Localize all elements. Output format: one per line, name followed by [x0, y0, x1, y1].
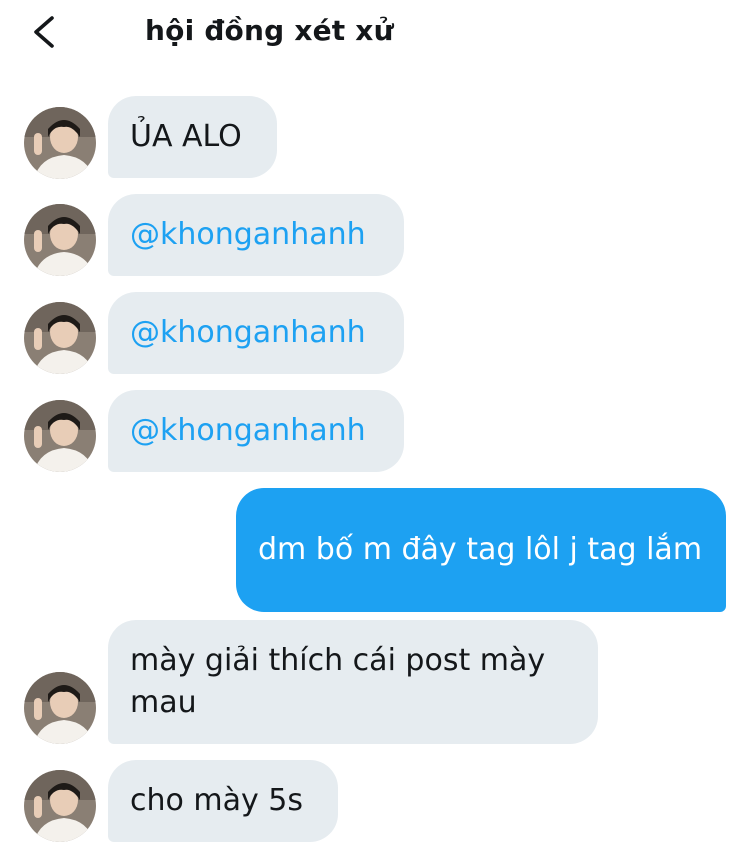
message-text: cho mày 5s [130, 783, 304, 818]
mention-link[interactable]: @khonganhanh [130, 410, 366, 452]
message-text: ỦA ALO [130, 119, 242, 154]
incoming-message-bubble[interactable]: ỦA ALO [108, 96, 277, 178]
avatar[interactable] [24, 770, 96, 842]
avatar[interactable] [24, 302, 96, 374]
avatar[interactable] [24, 400, 96, 472]
profile-photo-icon [24, 400, 96, 472]
incoming-message-bubble[interactable]: @khonganhanh [108, 390, 404, 472]
message-text: dm bố m đây tag lôl j tag lắm [258, 532, 703, 567]
incoming-message-bubble[interactable]: cho mày 5s [108, 760, 338, 842]
message-thread: ỦA ALO @khonganhanh @khonganhanh @khonga… [0, 0, 750, 848]
incoming-message-bubble[interactable]: mày giải thích cái post mày mau [108, 620, 598, 744]
profile-photo-icon [24, 204, 96, 276]
profile-photo-icon [24, 302, 96, 374]
incoming-message-bubble[interactable]: @khonganhanh [108, 292, 404, 374]
avatar[interactable] [24, 204, 96, 276]
incoming-message-bubble[interactable]: @khonganhanh [108, 194, 404, 276]
profile-photo-icon [24, 672, 96, 744]
mention-link[interactable]: @khonganhanh [130, 312, 366, 354]
message-text: mày giải thích cái post mày mau [130, 643, 546, 720]
outgoing-message-bubble[interactable]: dm bố m đây tag lôl j tag lắm [236, 488, 726, 612]
avatar[interactable] [24, 672, 96, 744]
profile-photo-icon [24, 770, 96, 842]
mention-link[interactable]: @khonganhanh [130, 214, 366, 256]
avatar[interactable] [24, 107, 96, 179]
profile-photo-icon [24, 107, 96, 179]
